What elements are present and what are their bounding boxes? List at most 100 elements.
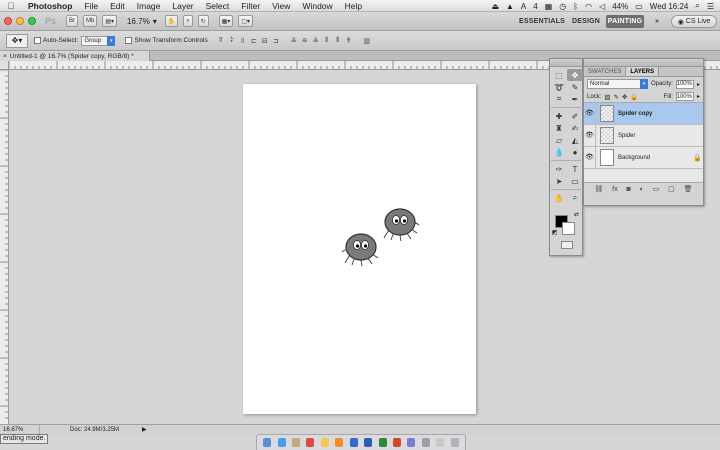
battery-percentage[interactable]: 44% <box>612 2 628 11</box>
align-vertical-centers-icon[interactable]: ⫩ <box>227 36 237 46</box>
background-color-swatch[interactable] <box>562 222 575 235</box>
apple-menu-icon[interactable]:  <box>0 1 22 11</box>
visibility-eye-icon[interactable]: 👁 <box>584 146 596 169</box>
status-menu-arrow-icon[interactable]: ▶ <box>142 426 147 433</box>
tools-panel-header[interactable] <box>550 59 582 67</box>
adobe-icon[interactable]: ▲ <box>506 2 514 11</box>
fill-field[interactable]: 100% <box>675 92 694 101</box>
menu-layer[interactable]: Layer <box>166 0 199 12</box>
finder-dock-icon[interactable] <box>263 438 272 447</box>
add-mask-icon[interactable]: ◙ <box>626 186 630 193</box>
visibility-eye-icon[interactable]: 👁 <box>584 102 596 125</box>
path-selection-tool-icon[interactable]: ➤ <box>551 175 567 187</box>
screen-mode-button[interactable]: ▢▾ <box>238 15 254 27</box>
workspace-overflow-button[interactable]: » <box>648 15 666 28</box>
new-layer-icon[interactable]: ▢ <box>668 185 675 193</box>
hand-tool-icon[interactable]: ✋ <box>551 192 567 204</box>
new-group-icon[interactable]: ▭ <box>653 185 660 193</box>
auto-align-layers-icon[interactable]: ▥ <box>362 36 372 46</box>
zoom-window-icon[interactable] <box>28 17 36 25</box>
lock-position-icon[interactable]: ✥ <box>622 93 627 101</box>
adjustment-layer-icon[interactable]: ◐ <box>640 186 644 193</box>
layer-style-icon[interactable]: fx <box>612 186 617 193</box>
align-top-edges-icon[interactable]: ⫪ <box>216 36 226 46</box>
tab-layers[interactable]: LAYERS <box>625 67 660 76</box>
photoshop-dock-icon[interactable] <box>349 438 358 447</box>
swap-colors-icon[interactable]: ⇄ <box>574 211 579 218</box>
folder-dock-icon[interactable] <box>436 438 445 447</box>
spider-drawing[interactable] <box>341 233 379 267</box>
hand-tool-button[interactable]: ✋ <box>164 15 179 27</box>
quick-mask-button[interactable] <box>561 241 573 249</box>
menu-view[interactable]: View <box>266 0 296 12</box>
distribute-top-icon[interactable]: ≚ <box>289 36 299 46</box>
marquee-tool-icon[interactable]: ⬚ <box>551 69 567 81</box>
spotlight-search-icon[interactable]: ⌕ <box>695 1 699 11</box>
cs-live-button[interactable]: ◉ CS Live <box>671 15 717 28</box>
layer-row-spider[interactable]: 👁 Spider <box>584 124 703 147</box>
blur-tool-icon[interactable]: 💧 <box>551 146 567 158</box>
eraser-tool-icon[interactable]: ▱ <box>551 134 567 146</box>
tab-swatches[interactable]: SWATCHES <box>584 67 625 76</box>
lock-image-pixels-icon[interactable]: ✎ <box>614 93 619 101</box>
lasso-tool-icon[interactable]: ➰ <box>551 81 567 93</box>
launch-mini-bridge-button[interactable]: Mb <box>83 15 98 27</box>
type-tool-icon[interactable]: T <box>567 163 583 175</box>
default-colors-icon[interactable]: ◩ <box>552 229 558 236</box>
arrange-documents-button[interactable]: ▦▾ <box>218 15 234 27</box>
brush-tool-icon[interactable]: ✐ <box>567 110 583 122</box>
paint-bucket-tool-icon[interactable]: ◭ <box>567 134 583 146</box>
vertical-ruler[interactable] <box>0 70 9 424</box>
notes-dock-icon[interactable] <box>320 438 329 447</box>
menu-bar-clock[interactable]: Wed 16:24 <box>650 2 689 11</box>
spot-healing-tool-icon[interactable]: ✚ <box>551 110 567 122</box>
zoom-level-dropdown[interactable]: 16.7% ▾ <box>127 17 157 26</box>
minimize-window-icon[interactable] <box>16 17 24 25</box>
powerpoint-dock-icon[interactable] <box>393 438 401 447</box>
fill-slider-arrow-icon[interactable]: ▸ <box>697 93 700 100</box>
close-tab-icon[interactable]: × <box>3 53 7 60</box>
menu-edit[interactable]: Edit <box>104 0 131 12</box>
workspace-design[interactable]: DESIGN <box>569 15 603 28</box>
distribute-right-icon[interactable]: ⫵ <box>344 36 354 46</box>
eject-icon[interactable]: ⏏ <box>491 2 499 11</box>
menu-filter[interactable]: Filter <box>235 0 266 12</box>
layers-panel-header[interactable] <box>584 59 703 67</box>
clone-stamp-tool-icon[interactable]: ♜ <box>551 122 567 134</box>
blend-mode-dropdown[interactable]: Normal ▾ <box>587 79 648 89</box>
link-layers-icon[interactable]: ⛓ <box>594 185 603 193</box>
menu-window[interactable]: Window <box>296 0 338 12</box>
layer-row-spider-copy[interactable]: 👁 Spider copy <box>584 102 703 125</box>
lock-transparent-pixels-icon[interactable]: ▨ <box>604 93 610 101</box>
auto-select-target-dropdown[interactable]: Group ▾ <box>81 35 116 46</box>
close-window-icon[interactable] <box>4 17 12 25</box>
opacity-slider-arrow-icon[interactable]: ▸ <box>697 81 700 88</box>
layer-row-background[interactable]: 👁 Background 🔒 <box>584 146 703 169</box>
eyedropper-tool-icon[interactable]: ✒ <box>567 93 583 105</box>
show-transform-controls-box[interactable] <box>125 37 133 44</box>
view-extras-button[interactable]: ▤▾ <box>102 15 118 27</box>
document-canvas[interactable] <box>243 84 476 414</box>
status-zoom-field[interactable]: 16.67% <box>0 424 40 435</box>
contacts-dock-icon[interactable] <box>292 438 301 447</box>
pen-tool-icon[interactable]: ✑ <box>551 163 567 175</box>
workspace-painting[interactable]: PAINTING <box>606 15 644 28</box>
auto-select-checkbox[interactable]: Auto-Select: <box>34 37 78 44</box>
spider-copy-drawing[interactable] <box>383 208 420 242</box>
crop-tool-icon[interactable]: ⌗ <box>551 93 567 105</box>
word-dock-icon[interactable] <box>364 438 373 447</box>
safari-dock-icon[interactable] <box>277 438 286 447</box>
rotate-view-button[interactable]: ↻ <box>197 15 209 27</box>
visibility-eye-icon[interactable]: 👁 <box>584 124 596 147</box>
clock-icon[interactable]: ◷ <box>559 2 566 11</box>
ruler-origin[interactable] <box>0 61 9 70</box>
menu-file[interactable]: File <box>78 0 104 12</box>
menu-photoshop[interactable]: Photoshop <box>22 0 78 12</box>
menu-image[interactable]: Image <box>131 0 167 12</box>
align-bottom-edges-icon[interactable]: ⫫ <box>238 36 248 46</box>
system-preferences-dock-icon[interactable] <box>421 438 430 447</box>
battery-icon[interactable]: ▭ <box>635 2 643 11</box>
distribute-vertical-centers-icon[interactable]: ≘ <box>300 36 310 46</box>
zoom-tool-icon[interactable]: ⌕ <box>567 192 583 204</box>
rectangle-tool-icon[interactable]: ▭ <box>567 175 583 187</box>
